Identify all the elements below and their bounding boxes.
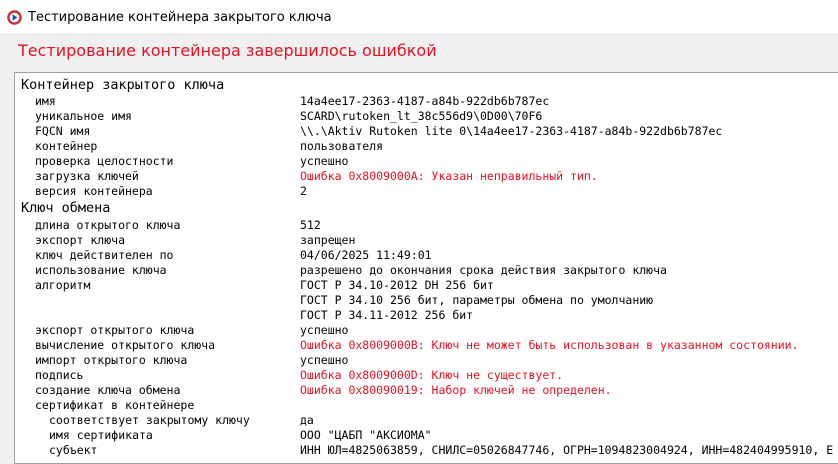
title-bar: Тестирование контейнера закрытого ключа bbox=[0, 0, 838, 35]
row-value: пользователя bbox=[300, 139, 384, 153]
error-value: Ошибка 0x8009000D: Ключ не существует. bbox=[300, 368, 564, 382]
row-value: 2 bbox=[300, 184, 307, 198]
row-label: вычисление открытого ключа bbox=[35, 338, 216, 352]
row-label: длина открытого ключа bbox=[35, 218, 181, 232]
row-value: SCARD\rutoken_lt_38c556d9\0D00\70F6 bbox=[300, 109, 543, 123]
row-label: уникальное имя bbox=[35, 109, 132, 123]
row-label: создание ключа обмена bbox=[35, 383, 181, 397]
row-label: сертификат в контейнере bbox=[35, 398, 195, 412]
row-label: загрузка ключей bbox=[35, 169, 139, 183]
row-value: успешно bbox=[300, 353, 349, 367]
row-value: ООО "ЦАБП "АКСИОМА" bbox=[300, 428, 432, 442]
row-value: ГОСТ Р 34.11-2012 256 бит bbox=[300, 308, 474, 322]
row-label: экспорт ключа bbox=[35, 233, 126, 247]
app-icon bbox=[7, 10, 22, 25]
row-label: соответствует закрытому ключу bbox=[49, 413, 250, 427]
status-message: Тестирование контейнера завершилось ошиб… bbox=[18, 41, 437, 60]
row-value: ГОСТ Р 34.10-2012 DH 256 бит bbox=[300, 278, 494, 292]
row-value: успешно bbox=[300, 323, 349, 337]
row-label: имя bbox=[35, 94, 56, 108]
row-value: да bbox=[300, 413, 314, 427]
row-value: 14a4ee17-2363-4187-a84b-922db6b787ec bbox=[300, 94, 550, 108]
row-label: проверка целостности bbox=[35, 154, 174, 168]
row-value: 04/06/2025 11:49:01 bbox=[300, 248, 432, 262]
row-label: контейнер bbox=[35, 139, 98, 153]
section-title: Контейнер закрытого ключа bbox=[21, 77, 225, 93]
error-value: Ошибка 0x8009000B: Ключ не может быть ис… bbox=[300, 338, 799, 352]
row-value: запрещен bbox=[300, 233, 356, 247]
error-value: Ошибка 0x80090019: Набор ключей не опред… bbox=[300, 383, 612, 397]
error-value: Ошибка 0x8009000A: Указан неправильный т… bbox=[300, 169, 598, 183]
report-panel[interactable]: Контейнер закрытого ключа имя 14a4ee17-23… bbox=[14, 72, 838, 464]
row-label: FQCN имя bbox=[35, 124, 91, 138]
row-label: использование ключа bbox=[35, 263, 167, 277]
row-label: экспорт открытого ключа bbox=[35, 323, 195, 337]
row-label: имя сертификата bbox=[49, 428, 153, 442]
row-value: 512 bbox=[300, 218, 321, 232]
row-value: \\.\Aktiv Rutoken lite 0\14a4ee17-2363-4… bbox=[300, 124, 723, 138]
row-value: разрешено до окончания срока действия за… bbox=[300, 263, 667, 277]
row-label: ключ действителен по bbox=[35, 248, 174, 262]
row-label: импорт открытого ключа bbox=[35, 353, 188, 367]
window-title: Тестирование контейнера закрытого ключа bbox=[28, 10, 332, 25]
row-label: подпись bbox=[35, 368, 84, 382]
section-title: Ключ обмена bbox=[21, 200, 111, 216]
row-value: успешно bbox=[300, 154, 349, 168]
row-label: алгоритм bbox=[35, 278, 91, 292]
row-value: ГОСТ Р 34.10 256 бит, параметры обмена п… bbox=[300, 293, 654, 307]
row-label: версия контейнера bbox=[35, 184, 153, 198]
